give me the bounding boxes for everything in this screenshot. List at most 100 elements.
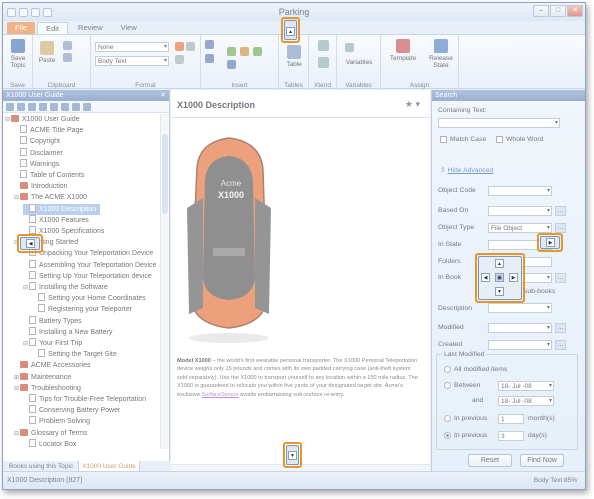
save-icon[interactable] [72,102,80,111]
template-button[interactable]: Template [385,39,421,62]
tree-item-label: Setting the Target Site [48,351,117,359]
tree-item[interactable]: Setting Up Your Teleportation device [23,270,152,282]
modified-more-button[interactable]: … [555,323,566,333]
tree-item[interactable]: Locator Box [23,438,76,449]
style-select[interactable]: None [95,42,169,52]
tree-item[interactable]: Disclaimer [14,147,63,159]
save-quick-icon[interactable] [19,7,28,17]
tree-item[interactable]: ACME Title Page [14,125,83,136]
tree-item[interactable]: ⊟ Installing the Software [23,282,108,293]
font-select[interactable]: Body Text [95,56,169,66]
paste-button[interactable]: Paste [37,41,57,64]
in-previous-days-radio[interactable] [444,432,451,439]
font-color-icon[interactable] [175,42,184,51]
release-state-button[interactable]: Release State [425,39,457,69]
tab-edit[interactable]: Edit [37,22,69,34]
containing-text-input[interactable] [438,118,560,128]
tree-item[interactable]: ⊟ X1000 User Guide [5,114,80,125]
tree-item-label: Unpacking Your Teleportation Device [39,250,154,258]
tree-item[interactable]: ⊟ Troubleshooting [14,383,81,394]
match-case-checkbox[interactable] [440,136,447,143]
description-select[interactable] [488,303,552,313]
panel-close-icon[interactable]: ✕ [160,90,166,101]
app-icon[interactable] [7,7,16,17]
object-code-select[interactable] [488,186,552,196]
insert-ref-icon[interactable] [205,54,214,63]
object-type-select[interactable]: File Object [488,223,552,233]
find-now-button[interactable]: Find Now [520,454,564,467]
tree-item[interactable]: Assembling Your Teleportation Device [23,259,156,271]
tree-scrollbar[interactable] [160,114,169,449]
in-book-more-button[interactable]: … [555,273,566,283]
tree-item[interactable]: ⊞ Maintenance [14,372,71,383]
tree-item[interactable]: Setting your Home Coordinates [32,293,146,304]
maximize-button[interactable]: □ [550,5,566,17]
tree-item[interactable]: Problem Solving [23,416,90,427]
tree-item[interactable]: Warnings [14,158,59,170]
redo-icon[interactable] [43,7,52,17]
scroll-thumb[interactable] [162,134,168,214]
tree-item[interactable]: X1000 Description [23,203,101,215]
options-star-icon[interactable]: ★ ▾ [405,99,420,110]
delete-icon[interactable] [61,102,69,111]
insert-symbol-icon[interactable] [240,47,249,56]
back-icon[interactable] [6,102,14,111]
tree-item[interactable]: Table of Contents [14,170,84,181]
tree-item[interactable]: Copyright [14,136,60,147]
surfacesensor-link[interactable]: SurfaceSensor [202,392,239,398]
tree-item[interactable]: Introduction [14,181,68,192]
copy-icon[interactable] [63,53,72,62]
object-type-more-button[interactable]: … [555,223,566,233]
tree-item[interactable]: Conserving Battery Power [23,405,120,416]
new-topic-icon[interactable] [50,102,58,111]
undo-icon[interactable] [31,7,40,17]
insert-media-icon[interactable] [253,47,262,56]
tree-item[interactable]: ⊟ Your First Trip [23,338,82,349]
created-select[interactable] [488,340,552,350]
insert-note-icon[interactable] [227,60,236,69]
hide-advanced-link[interactable]: ⇧ Hide Advanced [440,166,493,174]
tree-item[interactable]: ACME Accessories [14,360,91,371]
all-modified-radio[interactable] [444,366,451,373]
between-end-date[interactable]: 18- Jul -08 [498,396,554,406]
tree-item[interactable]: Battery Types [23,315,82,327]
save-topic-button[interactable]: Save Topic [6,39,30,69]
tree-item[interactable]: Setting the Target Site [32,349,117,360]
tree-item[interactable]: ⊟ The ACME X1000 [14,192,87,203]
collapse-icon[interactable] [39,102,47,111]
previous-days-input[interactable]: 3 [498,431,524,441]
previous-months-input[interactable]: 1 [498,414,524,424]
tree-item[interactable]: Installing a New Battery [23,326,113,338]
minimize-button[interactable]: – [533,5,549,17]
expand-icon[interactable] [28,102,36,111]
refresh-icon[interactable] [83,102,91,111]
reset-button[interactable]: Reset [468,454,512,467]
modified-select[interactable] [488,323,552,333]
forward-icon[interactable] [17,102,25,111]
tree-item[interactable]: Registering your Teleporter [32,304,132,315]
tree-item[interactable]: X1000 Features [23,214,89,226]
tab-view[interactable]: View [113,22,145,34]
insert-link-icon[interactable] [205,40,214,49]
tab-file[interactable]: File [7,22,36,34]
table-button[interactable]: Table [282,45,306,68]
variables-button[interactable]: Variables [339,59,379,66]
between-start-date[interactable]: 18- Jul -08 [498,381,554,391]
between-radio[interactable] [444,382,451,389]
xtend-zoom-icon[interactable] [318,57,329,68]
close-button[interactable]: ✕ [567,5,583,17]
tree-item[interactable]: ⊟ Glossary of Terms [14,428,87,439]
italic-icon[interactable] [175,55,184,64]
insert-image-icon[interactable] [227,47,236,56]
bold-icon[interactable] [186,42,195,51]
created-more-button[interactable]: … [555,340,566,350]
xtend-search-icon[interactable] [318,40,329,51]
whole-word-checkbox[interactable] [496,136,503,143]
tree-item[interactable]: Tips for Trouble-Free Teleportation [23,394,146,405]
cut-icon[interactable] [63,41,72,50]
based-on-more-button[interactable]: … [555,206,566,216]
in-previous-months-radio[interactable] [444,415,451,422]
tab-review[interactable]: Review [70,22,111,34]
variables-icon[interactable] [345,43,354,52]
based-on-select[interactable] [488,206,552,216]
